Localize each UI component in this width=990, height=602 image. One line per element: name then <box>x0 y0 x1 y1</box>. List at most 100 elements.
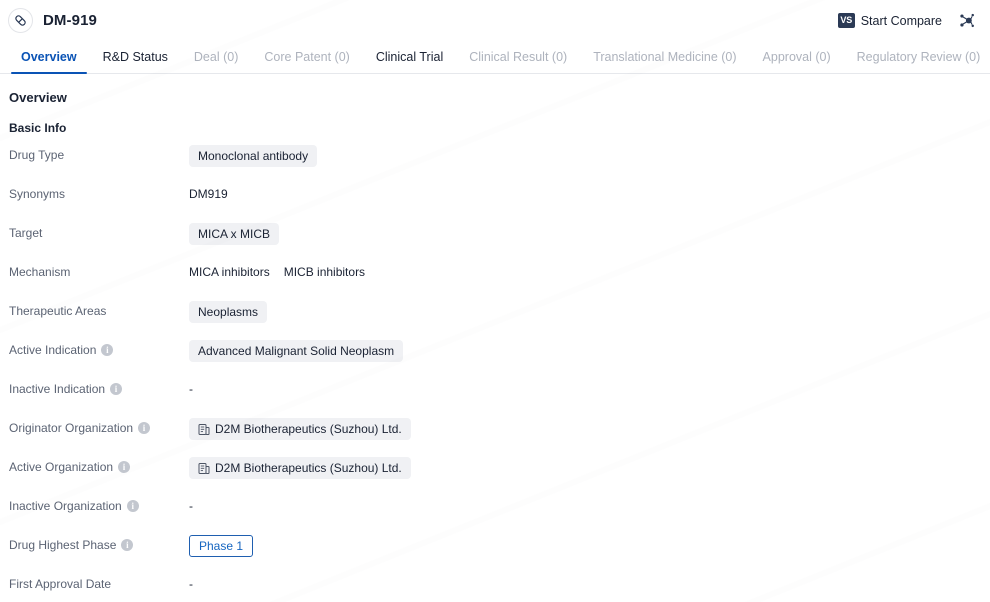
row-value-active-indication: Advanced Malignant Solid Neoplasm <box>189 340 990 362</box>
page-header: DM-919 VS Start Compare <box>0 0 990 41</box>
info-icon[interactable]: i <box>101 344 114 356</box>
row-value-drug-type: Monoclonal antibody <box>189 145 990 167</box>
empty-value: - <box>189 382 193 396</box>
row-value-synonyms: DM919 <box>189 184 990 204</box>
plain-value: DM919 <box>189 187 228 201</box>
chip-label: D2M Biotherapeutics (Suzhou) Ltd. <box>215 461 402 475</box>
info-row-target: Target MICA x MICB <box>0 223 990 262</box>
organization-chip[interactable]: D2M Biotherapeutics (Suzhou) Ltd. <box>189 457 411 479</box>
info-row-mechanism: Mechanism MICA inhibitors MICB inhibitors <box>0 262 990 301</box>
row-label-text: Inactive Indication <box>9 382 106 396</box>
organization-icon <box>198 423 210 436</box>
row-label-drug-highest-phase: Drug Highest Phase i <box>9 535 189 553</box>
row-label-text: Therapeutic Areas <box>9 304 107 318</box>
row-value-originator-organization: D2M Biotherapeutics (Suzhou) Ltd. <box>189 418 990 440</box>
row-value-active-organization: D2M Biotherapeutics (Suzhou) Ltd. <box>189 457 990 479</box>
capsule-icon <box>8 8 33 33</box>
start-compare-label: Start Compare <box>860 13 942 28</box>
info-icon[interactable]: i <box>110 383 123 395</box>
value-group: MICA inhibitors MICB inhibitors <box>189 262 365 282</box>
tab-clinical-trial[interactable]: Clinical Trial <box>363 41 456 73</box>
basic-info-rows: Drug Type Monoclonal antibody Synonyms DM91… <box>0 145 990 602</box>
overview-content: Overview Basic Info Drug Type Monoclonal … <box>0 74 990 602</box>
row-label-text: First Approval Date <box>9 577 112 591</box>
info-icon[interactable]: i <box>121 539 134 551</box>
row-label-text: Active Organization <box>9 460 114 474</box>
tab-r-d-status[interactable]: R&D Status <box>90 41 181 73</box>
row-label-text: Synonyms <box>9 187 66 201</box>
info-row-drug-type: Drug Type Monoclonal antibody <box>0 145 990 184</box>
share-network-icon[interactable] <box>956 11 976 31</box>
row-label-active-indication: Active Indication i <box>9 340 189 358</box>
subsection-title-basic-info: Basic Info <box>9 121 67 135</box>
row-label-text: Active Indication <box>9 343 97 357</box>
row-label-originator-organization: Originator Organization i <box>9 418 189 436</box>
chip-label: D2M Biotherapeutics (Suzhou) Ltd. <box>215 422 402 436</box>
row-label-inactive-indication: Inactive Indication i <box>9 379 189 397</box>
info-row-therapeutic-areas: Therapeutic Areas Neoplasms <box>0 301 990 340</box>
tab-translational-medicine-0[interactable]: Translational Medicine (0) <box>580 41 749 73</box>
row-value-inactive-organization: - <box>189 496 990 516</box>
row-label-active-organization: Active Organization i <box>9 457 189 475</box>
vs-icon: VS <box>837 13 855 28</box>
row-value-mechanism: MICA inhibitors MICB inhibitors <box>189 262 990 282</box>
row-label-synonyms: Synonyms <box>9 184 189 202</box>
tab-approval-0[interactable]: Approval (0) <box>750 41 844 73</box>
page-title: DM-919 <box>43 12 97 29</box>
info-row-drug-highest-phase: Drug Highest Phase i Phase 1 <box>0 535 990 574</box>
info-row-inactive-organization: Inactive Organization i - <box>0 496 990 535</box>
info-row-originator-organization: Originator Organization i D2M Biotherapeut… <box>0 418 990 457</box>
empty-value: - <box>189 499 193 513</box>
info-row-active-indication: Active Indication i Advanced Malignant Sol… <box>0 340 990 379</box>
row-label-drug-type: Drug Type <box>9 145 189 163</box>
row-label-text: Mechanism <box>9 265 71 279</box>
row-value-therapeutic-areas: Neoplasms <box>189 301 990 323</box>
row-label-text: Originator Organization <box>9 421 134 435</box>
value-chip[interactable]: Advanced Malignant Solid Neoplasm <box>189 340 404 362</box>
phase-chip[interactable]: Phase 1 <box>189 535 254 557</box>
section-title-overview: Overview <box>9 90 67 105</box>
tab-core-patent-0[interactable]: Core Patent (0) <box>251 41 362 73</box>
info-row-inactive-indication: Inactive Indication i - <box>0 379 990 418</box>
organization-icon <box>198 462 210 475</box>
chip-label: Neoplasms <box>198 305 259 319</box>
info-row-active-organization: Active Organization i D2M Biotherapeutics … <box>0 457 990 496</box>
header-actions: VS Start Compare <box>837 11 976 31</box>
tab-deal-0[interactable]: Deal (0) <box>181 41 251 73</box>
row-label-mechanism: Mechanism <box>9 262 189 280</box>
chip-label: MICA x MICB <box>198 227 271 241</box>
drug-detail-page: DM-919 VS Start Compare Overview R&D Sta… <box>0 0 990 602</box>
row-value-first-approval-date: - <box>189 574 990 594</box>
info-row-synonyms: Synonyms DM919 <box>0 184 990 223</box>
row-label-target: Target <box>9 223 189 241</box>
tab-overview[interactable]: Overview <box>8 41 90 74</box>
row-label-text: Drug Highest Phase <box>9 538 117 552</box>
chip-label: Advanced Malignant Solid Neoplasm <box>198 344 395 358</box>
value-chip[interactable]: Monoclonal antibody <box>189 145 318 167</box>
row-label-therapeutic-areas: Therapeutic Areas <box>9 301 189 319</box>
header-left-group: DM-919 <box>8 8 97 33</box>
chip-label: Monoclonal antibody <box>198 149 309 163</box>
chip-label: Phase 1 <box>199 539 244 553</box>
row-label-text: Target <box>9 226 43 240</box>
empty-value: - <box>189 577 193 591</box>
tab-bar: Overview R&D Status Deal (0) Core Patent (0… <box>0 41 990 74</box>
tab-regulatory-review-0[interactable]: Regulatory Review (0) <box>844 41 990 73</box>
start-compare-button[interactable]: VS Start Compare <box>837 13 942 28</box>
value-chip[interactable]: MICA x MICB <box>189 223 280 245</box>
info-icon[interactable]: i <box>138 422 151 434</box>
info-icon[interactable]: i <box>118 461 131 473</box>
info-icon[interactable]: i <box>126 500 139 512</box>
row-label-first-approval-date: First Approval Date <box>9 574 189 592</box>
organization-chip[interactable]: D2M Biotherapeutics (Suzhou) Ltd. <box>189 418 411 440</box>
plain-value: MICB inhibitors <box>283 265 366 279</box>
row-value-inactive-indication: - <box>189 379 990 399</box>
tab-clinical-result-0[interactable]: Clinical Result (0) <box>456 41 580 73</box>
row-label-text: Drug Type <box>9 148 65 162</box>
row-value-target: MICA x MICB <box>189 223 990 245</box>
plain-value: MICA inhibitors <box>189 265 270 279</box>
row-value-drug-highest-phase: Phase 1 <box>189 535 990 557</box>
row-label-text: Inactive Organization <box>9 499 122 513</box>
info-row-first-approval-date: First Approval Date - <box>0 574 990 602</box>
value-chip[interactable]: Neoplasms <box>189 301 268 323</box>
